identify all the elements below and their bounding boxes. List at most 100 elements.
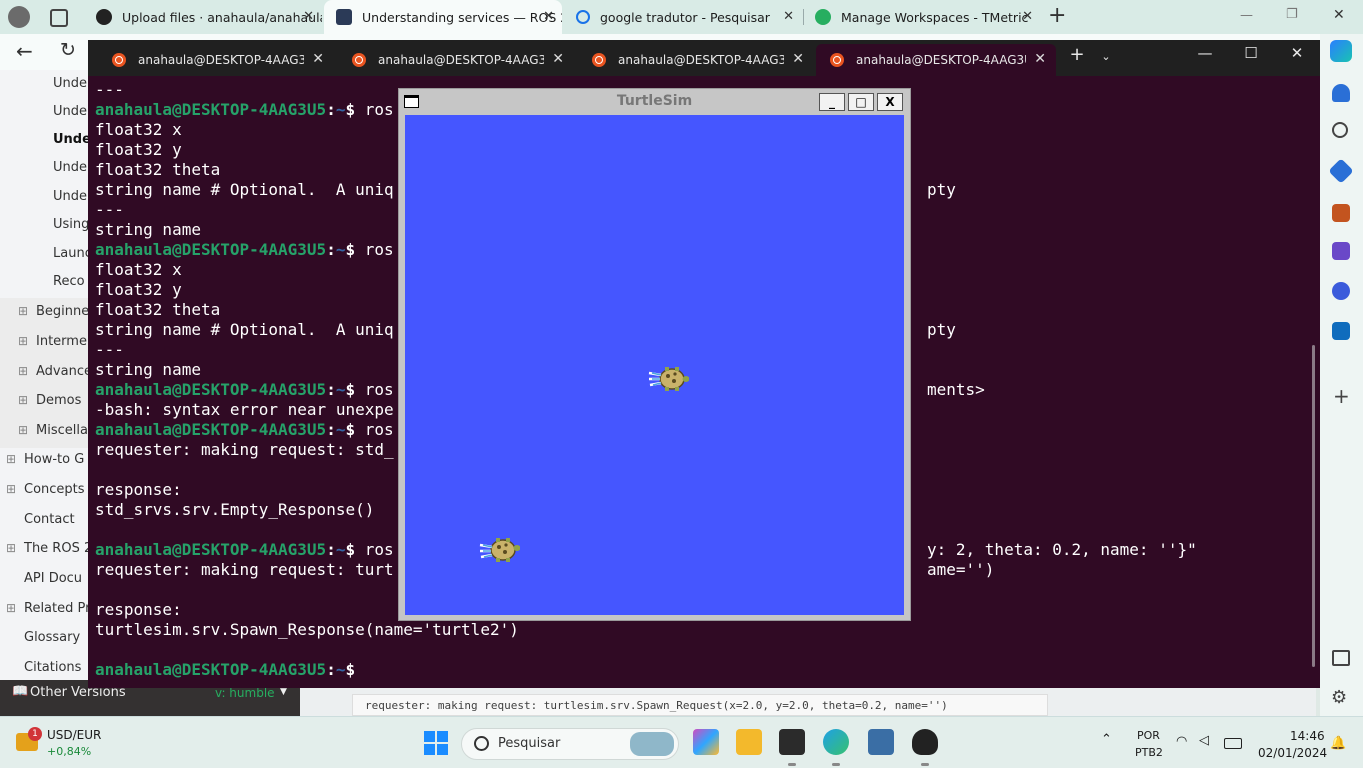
expand-icon[interactable]: ⊞ — [6, 541, 16, 555]
turtlesim-maximize-button[interactable]: □ — [848, 93, 874, 111]
battery-icon[interactable] — [1224, 738, 1242, 749]
browser-tab-ros-docs[interactable]: Understanding services — ROS 2 ✕ — [324, 0, 562, 34]
tab-label: Understanding services — ROS 2 — [362, 9, 562, 25]
docs-nav-item[interactable]: Unde — [53, 160, 87, 175]
docs-nav-api-docs[interactable]: API Docu — [24, 571, 82, 586]
terminal-maximize-button[interactable]: ☐ — [1236, 44, 1266, 62]
new-tab-button[interactable]: + — [1048, 3, 1066, 28]
tray-chevron-icon[interactable]: ⌃ — [1101, 732, 1112, 747]
expand-icon[interactable]: ⊞ — [18, 334, 28, 348]
expand-icon[interactable]: ⊞ — [6, 601, 16, 615]
expand-icon[interactable]: ⊞ — [6, 452, 16, 466]
terminal-output-line: float32 theta — [95, 300, 221, 319]
shopping-tag-icon[interactable] — [1328, 158, 1354, 184]
volume-icon[interactable]: ◁ — [1199, 733, 1209, 748]
docs-nav-ros2-project[interactable]: The ROS 2 — [24, 541, 92, 556]
terminal-minimize-button[interactable]: — — [1190, 44, 1220, 62]
docs-nav-item-current[interactable]: Unde — [53, 132, 91, 147]
turtlesim-titlebar[interactable]: TurtleSim _ □ X — [399, 89, 910, 115]
expand-icon[interactable]: ⊞ — [18, 393, 28, 407]
expand-icon[interactable]: ⊞ — [6, 482, 16, 496]
turtlesim-minimize-button[interactable]: _ — [819, 93, 845, 111]
turtlesim-close-button[interactable]: X — [877, 93, 903, 111]
terminal-scrollbar[interactable] — [1312, 345, 1315, 667]
close-tab-icon[interactable]: ✕ — [1034, 51, 1046, 67]
taskbar-search[interactable]: Pesquisar — [461, 728, 679, 760]
microsoft365-icon[interactable] — [1332, 282, 1350, 300]
terminal-tab-label: anahaula@DESKTOP-4AAG3U5 — [138, 53, 304, 67]
expand-icon[interactable]: ⊞ — [18, 304, 28, 318]
browser-tab-google[interactable]: google tradutor - Pesquisar ✕ — [564, 0, 802, 34]
docs-section-advanced[interactable]: Advance — [36, 364, 92, 379]
notifications-icon[interactable] — [1332, 84, 1350, 102]
terminal-app-icon[interactable] — [779, 729, 805, 755]
split-screen-icon[interactable] — [1332, 650, 1350, 666]
docs-nav-related[interactable]: Related Pr — [24, 601, 90, 616]
profile-avatar[interactable] — [8, 6, 30, 28]
browser-tab-tmetric[interactable]: Manage Workspaces - TMetric ✕ — [803, 0, 1041, 34]
docs-nav-item[interactable]: Unde — [53, 104, 87, 119]
docs-section-beginner[interactable]: Beginne — [36, 304, 89, 319]
workspaces-icon[interactable] — [50, 9, 68, 27]
close-tab-icon[interactable]: ✕ — [1022, 9, 1033, 24]
browser-minimize-button[interactable]: — — [1240, 8, 1253, 23]
docs-section-misc[interactable]: Miscella — [36, 423, 88, 438]
browser-tab-github[interactable]: Upload files · anahaula/anahaula ✕ — [84, 0, 322, 34]
settings-gear-icon[interactable]: ⚙ — [1331, 687, 1347, 708]
refresh-icon[interactable]: ↻ — [60, 39, 76, 61]
close-tab-icon[interactable]: ✕ — [792, 51, 804, 67]
start-button[interactable] — [424, 731, 448, 755]
terminal-output-line: float32 x — [95, 260, 182, 279]
clock-time[interactable]: 14:46 — [1290, 729, 1325, 743]
games-icon[interactable] — [1332, 242, 1350, 260]
browser-restore-button[interactable]: ❐ — [1286, 7, 1298, 22]
language-top[interactable]: POR — [1137, 729, 1160, 742]
docs-nav-item[interactable]: Launc — [53, 246, 92, 261]
copilot-preview-icon[interactable] — [693, 729, 719, 755]
docs-nav-glossary[interactable]: Glossary — [24, 630, 80, 645]
notification-bell-icon[interactable]: 🔔 — [1330, 736, 1346, 751]
close-tab-icon[interactable]: ✕ — [312, 51, 324, 67]
outlook-icon[interactable] — [1332, 322, 1350, 340]
terminal-tab-1[interactable]: anahaula@DESKTOP-4AAG3U5 ✕ — [98, 44, 334, 76]
add-sidebar-icon[interactable]: + — [1333, 384, 1350, 408]
expand-icon[interactable]: ⊞ — [18, 364, 28, 378]
expand-icon[interactable]: ⊞ — [18, 423, 28, 437]
tab-dropdown-icon[interactable]: ⌄ — [1091, 50, 1121, 63]
clock-date[interactable]: 02/01/2024 — [1258, 746, 1327, 760]
close-tab-icon[interactable]: ✕ — [543, 9, 554, 24]
weather-widget[interactable]: 1 USD/EUR +0,84% — [12, 725, 112, 761]
terminal-tab-2[interactable]: anahaula@DESKTOP-4AAG3U5 ✕ — [338, 44, 574, 76]
linux-penguin-icon[interactable] — [912, 729, 938, 755]
new-terminal-tab-button[interactable]: + — [1062, 44, 1092, 65]
file-explorer-icon[interactable] — [736, 729, 762, 755]
docs-nav-contact[interactable]: Contact — [24, 512, 75, 527]
wifi-icon[interactable]: ◠ — [1176, 734, 1187, 749]
docs-nav-concepts[interactable]: Concepts — [24, 482, 85, 497]
edge-icon[interactable] — [823, 729, 849, 755]
prompt-user: anahaula@DESKTOP-4AAG3U5 — [95, 380, 327, 399]
calculator-icon[interactable] — [868, 729, 894, 755]
close-tab-icon[interactable]: ✕ — [783, 9, 794, 24]
docs-nav-item[interactable]: Unde — [53, 76, 87, 91]
language-bottom[interactable]: PTB2 — [1135, 746, 1163, 759]
close-tab-icon[interactable]: ✕ — [303, 9, 314, 24]
copilot-icon[interactable] — [1330, 40, 1352, 62]
docs-nav-citations[interactable]: Citations — [24, 660, 81, 675]
tools-icon[interactable] — [1332, 204, 1350, 222]
docs-section-intermediate[interactable]: Interme — [36, 334, 87, 349]
docs-section-demos[interactable]: Demos — [36, 393, 81, 408]
terminal-tab-4[interactable]: anahaula@DESKTOP-4AAG3U5 ✕ — [816, 44, 1056, 76]
docs-nav-item[interactable]: Using — [53, 217, 89, 232]
terminal-tab-3[interactable]: anahaula@DESKTOP-4AAG3U5 ✕ — [578, 44, 814, 76]
terminal-output-line: --- — [95, 80, 124, 99]
ubuntu-icon — [112, 53, 126, 67]
search-icon[interactable] — [1332, 122, 1348, 138]
docs-nav-item[interactable]: Unde — [53, 189, 87, 204]
docs-nav-howto[interactable]: How-to G — [24, 452, 84, 467]
back-arrow-icon[interactable]: ← — [16, 39, 33, 63]
browser-close-button[interactable]: ✕ — [1333, 7, 1345, 23]
terminal-close-button[interactable]: ✕ — [1282, 44, 1312, 62]
docs-nav-item[interactable]: Reco — [53, 274, 85, 289]
close-tab-icon[interactable]: ✕ — [552, 51, 564, 67]
